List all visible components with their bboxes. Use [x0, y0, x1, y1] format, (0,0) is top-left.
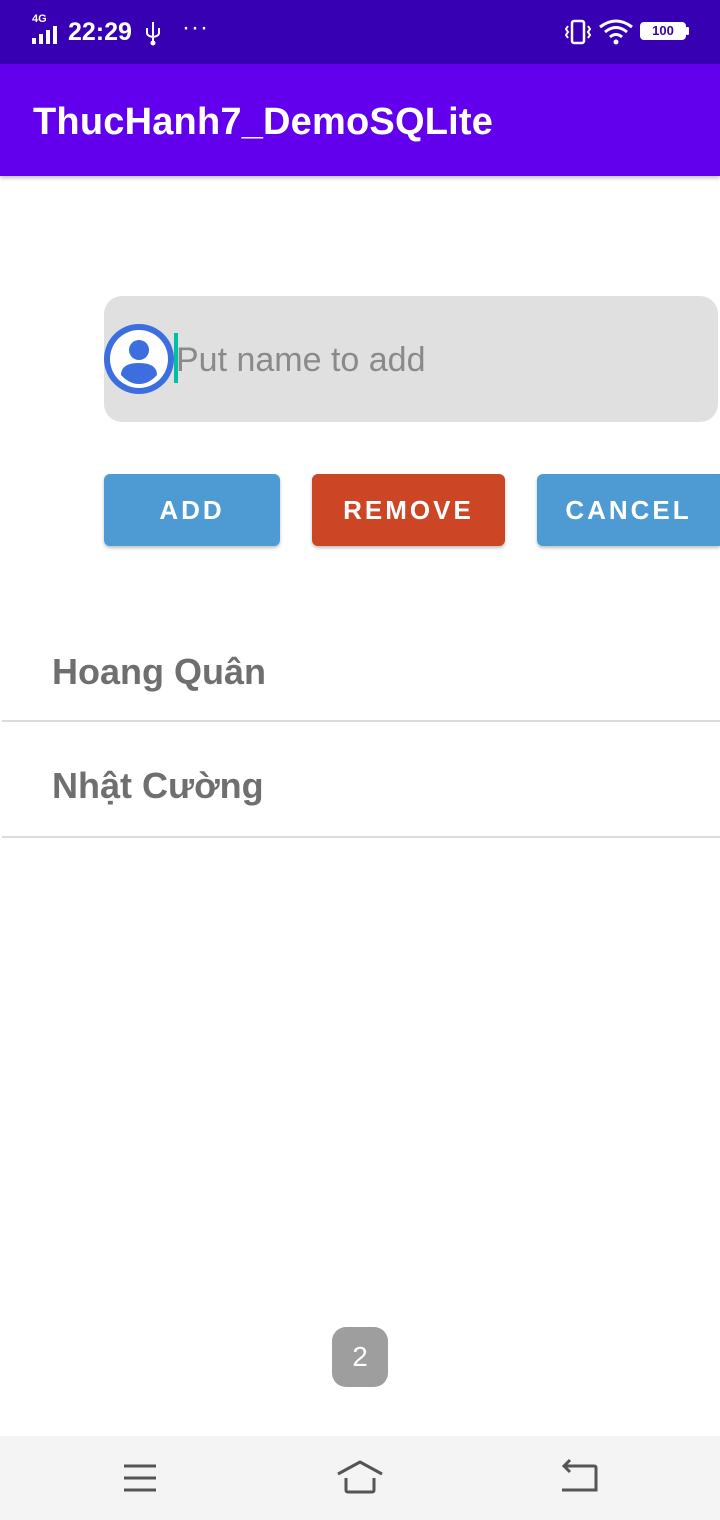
usb-icon: [146, 22, 160, 46]
status-bar: 4G 22:29 ··· 100: [0, 0, 720, 64]
person-icon: [104, 324, 174, 394]
battery-tip: [686, 27, 689, 35]
wifi-icon: [599, 19, 633, 45]
app-title: ThucHanh7_DemoSQLite: [33, 101, 494, 143]
remove-button[interactable]: REMOVE: [312, 474, 505, 546]
toast-message: 2: [332, 1327, 388, 1387]
status-time: 22:29: [68, 18, 132, 46]
home-icon[interactable]: [330, 1454, 390, 1502]
menu-icon[interactable]: [110, 1454, 170, 1502]
list-item[interactable]: Nhật Cường: [2, 722, 720, 838]
battery-level: 100: [652, 23, 674, 38]
cancel-button[interactable]: CANCEL: [537, 474, 720, 546]
text-cursor: [174, 333, 178, 383]
more-notifications-icon: ···: [182, 14, 209, 41]
name-input[interactable]: [176, 334, 696, 386]
add-button[interactable]: ADD: [104, 474, 280, 546]
vibrate-icon: [564, 19, 592, 45]
list-item[interactable]: Hoang Quân: [2, 606, 720, 722]
network-type-label: 4G: [32, 13, 47, 25]
signal-icon: 4G: [32, 14, 62, 44]
navigation-bar: [0, 1436, 720, 1520]
battery-icon: 100: [640, 22, 686, 40]
list-item-name: Nhật Cường: [52, 765, 264, 806]
list-item-name: Hoang Quân: [52, 651, 266, 692]
app-bar: ThucHanh7_DemoSQLite: [0, 64, 720, 176]
back-icon[interactable]: [548, 1454, 608, 1502]
